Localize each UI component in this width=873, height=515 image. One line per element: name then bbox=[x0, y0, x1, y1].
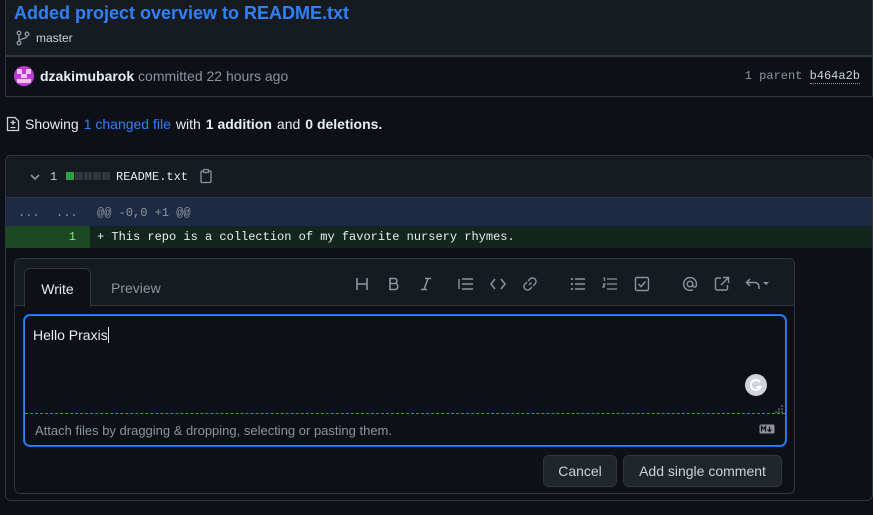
file-diff-icon bbox=[6, 116, 20, 132]
hunk-expand-left[interactable]: ... bbox=[18, 206, 40, 220]
markdown-icon[interactable] bbox=[759, 424, 775, 434]
parent-hash-link[interactable]: b464a2b bbox=[809, 69, 860, 84]
commit-header: Added project overview to README.txt mas… bbox=[5, 0, 873, 56]
commit-meta: dzakimubarok committed 22 hours ago bbox=[40, 68, 288, 84]
branch-indicator[interactable]: master bbox=[16, 30, 73, 46]
diffstat-block bbox=[75, 172, 83, 180]
mention-icon[interactable] bbox=[681, 275, 699, 293]
italic-icon[interactable] bbox=[417, 275, 435, 293]
diffstat-block bbox=[93, 172, 101, 180]
bulleted-list-icon[interactable] bbox=[569, 275, 587, 293]
bold-icon[interactable] bbox=[385, 275, 403, 293]
comment-text-value[interactable]: Hello Praxis bbox=[33, 327, 109, 343]
chevron-down-icon[interactable] bbox=[28, 170, 42, 184]
diffstat-block bbox=[102, 172, 110, 180]
saved-replies-icon[interactable] bbox=[745, 275, 771, 293]
cross-reference-icon[interactable] bbox=[713, 275, 731, 293]
commit-author-row: dzakimubarok committed 22 hours ago 1 pa… bbox=[5, 56, 873, 97]
line-number-cell[interactable]: 1 bbox=[6, 226, 90, 248]
comment-toolbar-area: Write Preview bbox=[15, 259, 794, 307]
diff-summary: Showing 1 changed file with 1 addition a… bbox=[6, 116, 382, 132]
branch-name: master bbox=[36, 31, 73, 45]
additions-count: 1 addition bbox=[205, 116, 272, 132]
heading-icon[interactable] bbox=[353, 275, 371, 293]
file-change-count: 1 bbox=[50, 170, 58, 184]
hunk-header: @@ -0,0 +1 @@ bbox=[97, 206, 191, 220]
tab-preview[interactable]: Preview bbox=[111, 280, 161, 296]
deletions-count: 0 deletions. bbox=[305, 116, 383, 132]
numbered-list-icon[interactable] bbox=[601, 275, 619, 293]
comment-textarea[interactable]: Hello Praxis Attach files by dragging & … bbox=[24, 315, 786, 446]
file-name[interactable]: README.txt bbox=[116, 170, 188, 184]
file-header: 1 README.txt bbox=[6, 156, 872, 198]
changed-files-link[interactable]: 1 changed file bbox=[84, 116, 171, 132]
parent-info: 1 parent b464a2b bbox=[744, 69, 860, 84]
attach-files-hint[interactable]: Attach files by dragging & dropping, sel… bbox=[35, 423, 392, 438]
text-cursor bbox=[107, 327, 109, 343]
comment-text: Hello Praxis bbox=[33, 327, 108, 343]
attach-divider bbox=[25, 413, 785, 414]
commit-time: committed 22 hours ago bbox=[138, 68, 289, 84]
cancel-button[interactable]: Cancel bbox=[543, 455, 617, 487]
summary-showing: Showing bbox=[25, 116, 79, 132]
grammarly-icon[interactable] bbox=[745, 374, 767, 396]
quote-icon[interactable] bbox=[457, 275, 475, 293]
file-diff: 1 README.txt ... ... @@ -0,0 +1 @@ 1 + T… bbox=[5, 155, 873, 501]
task-list-icon[interactable] bbox=[633, 275, 651, 293]
summary-with: with bbox=[175, 116, 201, 132]
hunk-expand-right[interactable]: ... bbox=[56, 206, 78, 220]
add-single-comment-button[interactable]: Add single comment bbox=[623, 455, 782, 487]
code-icon[interactable] bbox=[489, 275, 507, 293]
diffstat-bar bbox=[66, 172, 110, 180]
author-link[interactable]: dzakimubarok bbox=[40, 68, 134, 84]
summary-and: and bbox=[276, 116, 301, 132]
added-line-text: + This repo is a collection of my favori… bbox=[97, 230, 515, 244]
resize-grip-icon[interactable] bbox=[775, 405, 783, 413]
comment-form: Write Preview Hello Praxis Attach files … bbox=[14, 258, 795, 494]
added-line-row[interactable]: 1 + This repo is a collection of my favo… bbox=[6, 226, 872, 248]
git-branch-icon bbox=[16, 30, 30, 46]
copy-icon[interactable] bbox=[199, 168, 213, 184]
avatar[interactable] bbox=[14, 66, 34, 86]
commit-title: Added project overview to README.txt bbox=[14, 3, 350, 23]
tab-write[interactable]: Write bbox=[24, 268, 91, 307]
hunk-header-row[interactable]: ... ... @@ -0,0 +1 @@ bbox=[6, 198, 872, 226]
link-icon[interactable] bbox=[521, 275, 539, 293]
diffstat-block bbox=[66, 172, 74, 180]
parent-label: 1 parent bbox=[744, 69, 803, 83]
diffstat-block bbox=[84, 172, 92, 180]
line-number: 1 bbox=[68, 230, 76, 244]
